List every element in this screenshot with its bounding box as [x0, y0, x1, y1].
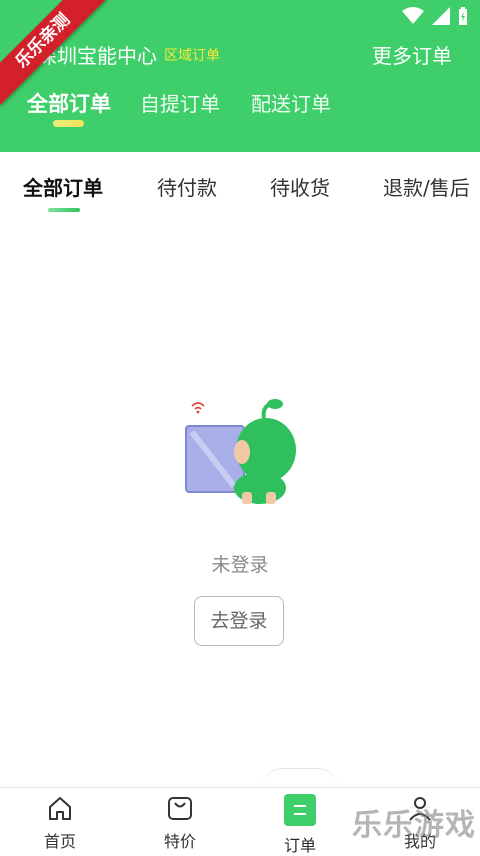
status-bar	[402, 6, 468, 26]
tab-status-all[interactable]: 全部订单	[23, 172, 103, 201]
tab-status-refund[interactable]: 退款/售后	[383, 172, 470, 201]
login-button[interactable]: 去登录	[194, 596, 284, 646]
not-logged-in-illustration	[185, 399, 296, 504]
nav-item-specials[interactable]: 特价	[140, 794, 220, 852]
home-icon	[49, 797, 71, 820]
tab-status-pending-receipt[interactable]: 待收货	[270, 172, 330, 201]
tab-all-orders[interactable]: 全部订单	[27, 88, 111, 118]
active-tab-indicator	[53, 120, 84, 127]
more-orders-link[interactable]: 更多订单	[372, 40, 452, 69]
tab-delivery-orders[interactable]: 配送订单	[251, 88, 331, 117]
signal-icon	[432, 7, 450, 25]
watermark: 乐乐游戏	[352, 808, 476, 843]
orders-icon	[284, 794, 316, 826]
nav-label-home: 首页	[43, 832, 76, 851]
nav-label-orders: 订单	[283, 836, 316, 855]
store-row: 深圳宝能中心 区域订单 更多订单	[0, 36, 480, 72]
bag-icon	[168, 797, 192, 820]
nav-item-home[interactable]: 首页	[20, 794, 100, 852]
nav-label-specials: 特价	[163, 832, 196, 851]
battery-icon	[459, 7, 467, 25]
order-type-tabs: 全部订单 自提订单 配送订单	[0, 84, 480, 134]
tab-pickup-orders[interactable]: 自提订单	[140, 88, 220, 117]
active-status-indicator	[48, 208, 80, 212]
region-order-tag[interactable]: 区域订单	[164, 45, 220, 65]
order-status-tabs: 全部订单 待付款 待收货 退款/售后	[0, 152, 480, 214]
wifi-icon	[402, 7, 424, 24]
tab-status-pending-payment[interactable]: 待付款	[157, 172, 217, 201]
nav-item-orders[interactable]: 订单	[260, 794, 340, 856]
not-logged-in-text: 未登录	[211, 554, 269, 576]
empty-state: 未登录 去登录	[0, 380, 480, 680]
